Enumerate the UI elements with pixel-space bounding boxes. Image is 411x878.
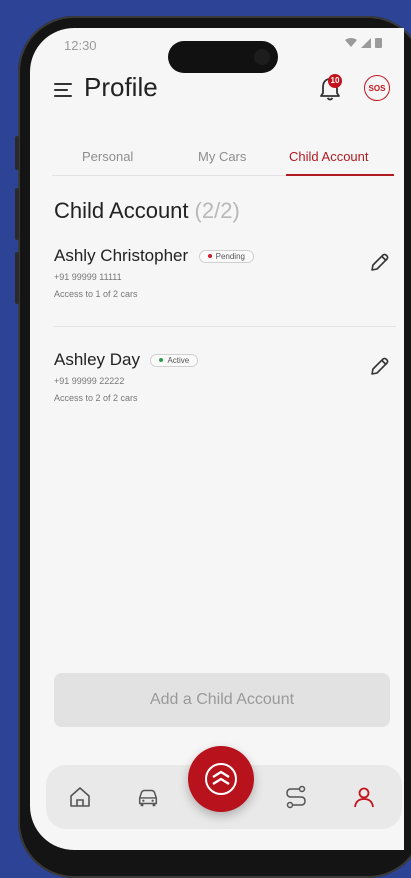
list-divider [54,326,396,327]
status-dot [207,254,212,258]
center-action-button[interactable] [188,746,254,812]
camera-notch [168,41,278,73]
status-icons [345,37,382,48]
brand-chevron-icon [205,763,237,795]
menu-icon[interactable] [54,82,74,98]
child-name: Ashley Day [54,350,140,369]
car-icon[interactable] [136,785,160,809]
edit-icon[interactable] [368,356,390,378]
phone-side-button [15,136,19,170]
camera-lens [254,49,270,65]
child-account-item[interactable]: Ashley Day Active +91 99999 22222 Access… [54,350,394,403]
status-bar: 12:30 [30,28,404,73]
signal-icon [361,37,371,48]
tab-my-cars[interactable]: My Cars [198,149,246,164]
app-header: Profile 10 SOS [30,70,404,110]
profile-tabs: Personal My Cars Child Account [52,145,394,176]
page-title: Profile [84,72,158,102]
active-tab-indicator [286,174,394,176]
child-phone: +91 99999 22222 [54,376,125,386]
child-account-item[interactable]: Ashly Christopher Pending +91 99999 1111… [54,246,394,299]
battery-icon [375,38,382,48]
edit-icon[interactable] [368,252,390,274]
status-badge: Active [150,353,199,367]
notification-badge: 10 [328,74,342,88]
section-title-text: Child Account [54,198,189,223]
status-dot [159,358,164,362]
child-access: Access to 1 of 2 cars [54,289,138,299]
app-screen: 12:30 Profile 10 SOS Personal My Cars Ch… [30,28,404,850]
phone-side-button [15,252,19,304]
child-access: Access to 2 of 2 cars [54,393,138,403]
phone-side-button [15,188,19,240]
route-icon[interactable] [284,785,308,809]
home-icon[interactable] [68,785,92,809]
notifications-button[interactable]: 10 [318,74,344,104]
add-child-account-button[interactable]: Add a Child Account [54,673,390,727]
status-label: Pending [215,251,245,261]
child-name: Ashly Christopher [54,246,189,265]
status-time: 12:30 [64,38,97,53]
tab-personal[interactable]: Personal [82,149,133,164]
section-count: (2/2) [194,198,240,223]
wifi-icon [345,37,357,47]
status-badge: Pending [198,249,254,263]
status-label: Active [167,355,190,365]
section-title: Child Account (2/2) [54,198,240,224]
sos-button[interactable]: SOS [364,75,390,101]
tab-child-account[interactable]: Child Account [289,149,369,164]
profile-icon[interactable] [352,785,376,809]
child-phone: +91 99999 11111 [54,272,122,282]
